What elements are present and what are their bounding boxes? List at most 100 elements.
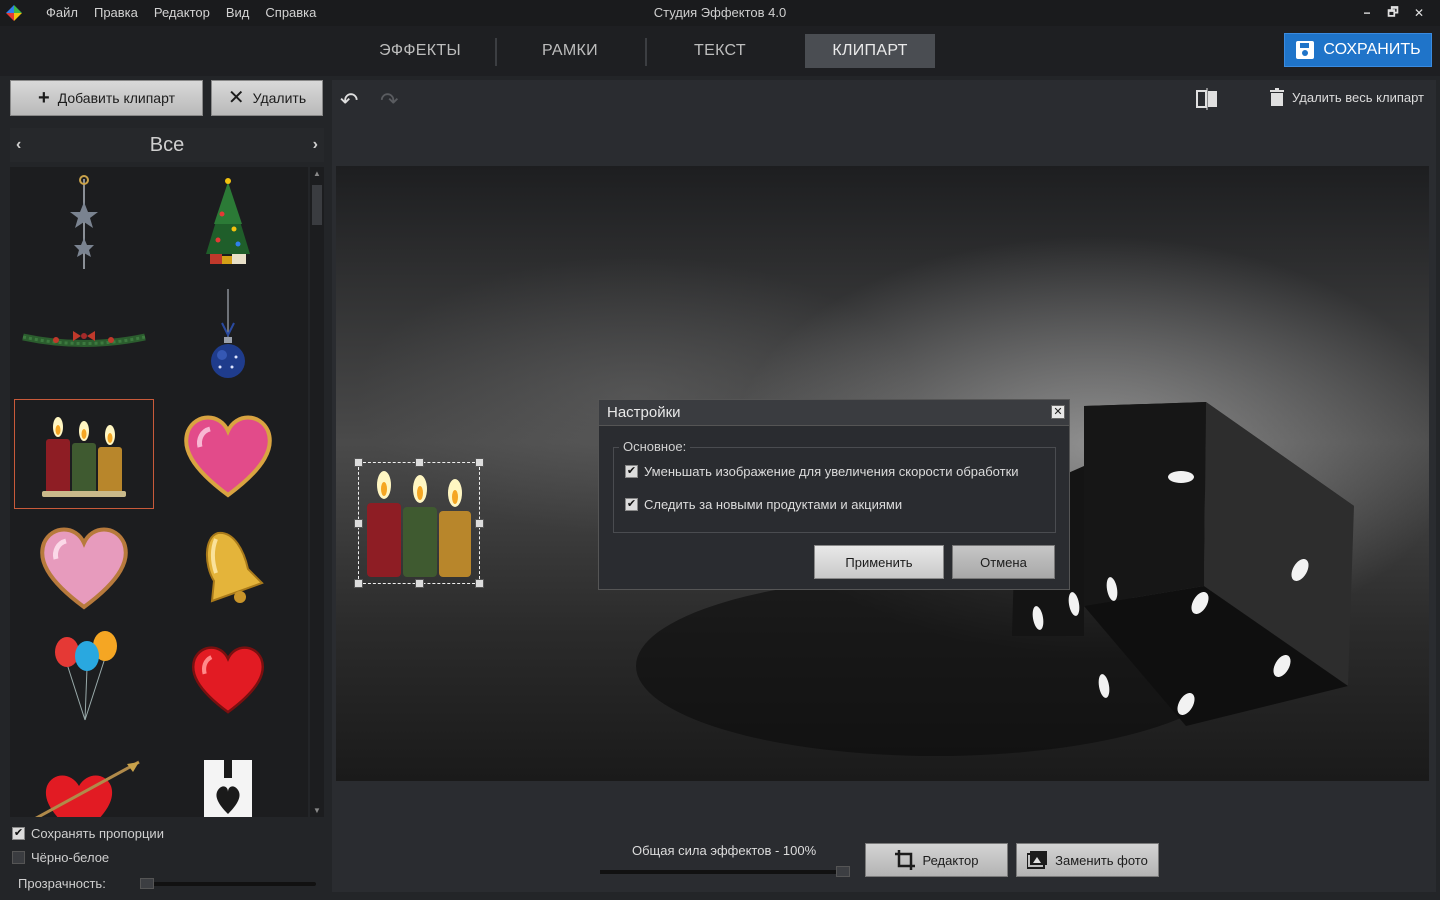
window-controls: − 🗗 ✕	[1354, 0, 1432, 26]
replace-photo-button[interactable]: Заменить фото	[1016, 843, 1159, 877]
clipart-scrollbar[interactable]: ▲ ▼	[310, 167, 324, 817]
add-clipart-button[interactable]: + Добавить клипарт	[10, 80, 203, 116]
pine-garland-icon	[22, 331, 146, 347]
black-white-label: Чёрно-белое	[31, 850, 110, 865]
delete-clipart-button[interactable]: ✕ Удалить	[211, 80, 323, 116]
undo-icon[interactable]: ↶	[340, 88, 358, 114]
opacity-slider[interactable]	[140, 878, 316, 889]
candles-icon	[42, 417, 126, 497]
track-products-label: Следить за новыми продуктами и акциями	[644, 497, 903, 512]
clipart-grid	[10, 167, 308, 817]
heart-card-icon	[204, 760, 252, 817]
balloons-icon	[55, 631, 117, 721]
general-group-label: Основное:	[619, 439, 691, 454]
reduce-image-option[interactable]: ✔ Уменьшать изображение для увеличения с…	[625, 464, 1019, 479]
trash-icon	[1270, 88, 1285, 106]
resize-handle[interactable]	[475, 519, 484, 528]
red-heart-icon	[191, 646, 265, 714]
resize-handle[interactable]	[354, 579, 363, 588]
keep-proportions-checkbox[interactable]: ✔	[12, 827, 25, 840]
delete-clipart-label: Удалить	[252, 90, 307, 106]
minimize-button[interactable]: −	[1354, 6, 1380, 20]
clipart-pine-garland[interactable]	[14, 282, 154, 392]
tab-effects[interactable]: ЭФФЕКТЫ	[345, 34, 495, 68]
apply-button[interactable]: Применить	[814, 545, 944, 579]
close-button[interactable]: ✕	[1406, 6, 1432, 20]
star-garland-icon	[70, 175, 98, 269]
clipart-heart-card[interactable]	[158, 735, 298, 817]
settings-dialog: Настройки ✕ Основное: ✔ Уменьшать изобра…	[598, 399, 1070, 590]
clipart-golden-bell[interactable]	[158, 511, 298, 621]
clipart-candles[interactable]	[14, 399, 154, 509]
delete-all-label: Удалить весь клипарт	[1292, 89, 1424, 105]
category-next-button[interactable]: ›	[313, 136, 318, 154]
resize-handle[interactable]	[415, 458, 424, 467]
effects-strength-slider[interactable]	[600, 866, 850, 877]
menu-view[interactable]: Вид	[218, 0, 258, 26]
clipart-red-heart[interactable]	[158, 623, 298, 733]
floppy-disk-icon	[1296, 41, 1315, 59]
reduce-image-label: Уменьшать изображение для увеличения ско…	[644, 464, 1019, 479]
title-bar: Файл Правка Редактор Вид Справка Студия …	[0, 0, 1440, 26]
save-button[interactable]: СОХРАНИТЬ	[1284, 33, 1432, 67]
keep-proportions-label: Сохранять пропорции	[31, 826, 164, 841]
tab-clipart[interactable]: КЛИПАРТ	[805, 34, 935, 68]
resize-handle[interactable]	[354, 519, 363, 528]
clipart-balloons[interactable]	[14, 623, 154, 733]
add-clipart-label: Добавить клипарт	[57, 90, 175, 106]
effects-strength-knob[interactable]	[836, 866, 850, 877]
save-button-label: СОХРАНИТЬ	[1323, 41, 1421, 58]
reduce-image-checkbox[interactable]: ✔	[625, 465, 638, 478]
opacity-label: Прозрачность:	[18, 876, 106, 891]
replace-photo-label: Заменить фото	[1055, 852, 1148, 868]
resize-handle[interactable]	[354, 458, 363, 467]
clipart-pink-heart-outline[interactable]	[14, 511, 154, 621]
tab-text[interactable]: ТЕКСТ	[645, 34, 795, 68]
cancel-button[interactable]: Отмена	[952, 545, 1055, 579]
menu-bar: Файл Правка Редактор Вид Справка	[38, 0, 324, 26]
clipart-pink-heart[interactable]	[158, 399, 298, 509]
tab-frames[interactable]: РАМКИ	[495, 34, 645, 68]
clipart-christmas-tree[interactable]	[158, 169, 298, 279]
scroll-down-icon[interactable]: ▼	[313, 806, 321, 815]
menu-edit[interactable]: Правка	[86, 0, 146, 26]
tab-bar: ЭФФЕКТЫ РАМКИ ТЕКСТ КЛИПАРТ СОХРАНИТЬ	[0, 26, 1440, 76]
menu-file[interactable]: Файл	[38, 0, 86, 26]
general-group	[613, 447, 1056, 533]
clipart-blue-ornament[interactable]	[158, 282, 298, 392]
track-products-option[interactable]: ✔ Следить за новыми продуктами и акциями	[625, 497, 902, 512]
redo-icon[interactable]: ↷	[380, 88, 398, 114]
x-icon: ✕	[227, 87, 245, 109]
christmas-tree-icon	[206, 178, 250, 264]
category-label: Все	[149, 133, 185, 156]
scroll-up-icon[interactable]: ▲	[313, 169, 321, 178]
resize-handle[interactable]	[475, 458, 484, 467]
opacity-slider-knob[interactable]	[140, 878, 154, 889]
keep-proportions-option[interactable]: ✔ Сохранять пропорции	[12, 826, 164, 841]
resize-handle[interactable]	[415, 579, 424, 588]
scroll-thumb[interactable]	[312, 185, 322, 225]
heart-arrow-icon	[35, 760, 140, 817]
category-prev-button[interactable]: ‹	[16, 136, 21, 154]
editor-button-label: Редактор	[922, 852, 979, 868]
black-white-checkbox[interactable]	[12, 851, 25, 864]
clipart-heart-with-arrow[interactable]	[14, 735, 154, 817]
menu-help[interactable]: Справка	[257, 0, 324, 26]
category-navigator: ‹ Все ›	[10, 128, 324, 162]
black-white-option[interactable]: Чёрно-белое	[12, 850, 109, 865]
resize-handle[interactable]	[475, 579, 484, 588]
blue-ornament-icon	[211, 289, 245, 378]
track-products-checkbox[interactable]: ✔	[625, 498, 638, 511]
clipart-star-garland[interactable]	[14, 169, 154, 279]
pale-pink-heart-icon	[40, 527, 128, 610]
golden-bell-icon	[206, 531, 264, 603]
placed-clipart-candles[interactable]	[354, 458, 484, 588]
dialog-close-icon[interactable]: ✕	[1051, 405, 1065, 419]
restore-button[interactable]: 🗗	[1380, 3, 1406, 24]
editor-button[interactable]: Редактор	[865, 843, 1008, 877]
menu-editor[interactable]: Редактор	[146, 0, 218, 26]
compare-icon[interactable]	[1196, 88, 1218, 110]
delete-all-clipart-button[interactable]: Удалить весь клипарт	[1270, 88, 1424, 106]
plus-icon: +	[38, 87, 50, 109]
dialog-title: Настройки	[599, 400, 1069, 426]
